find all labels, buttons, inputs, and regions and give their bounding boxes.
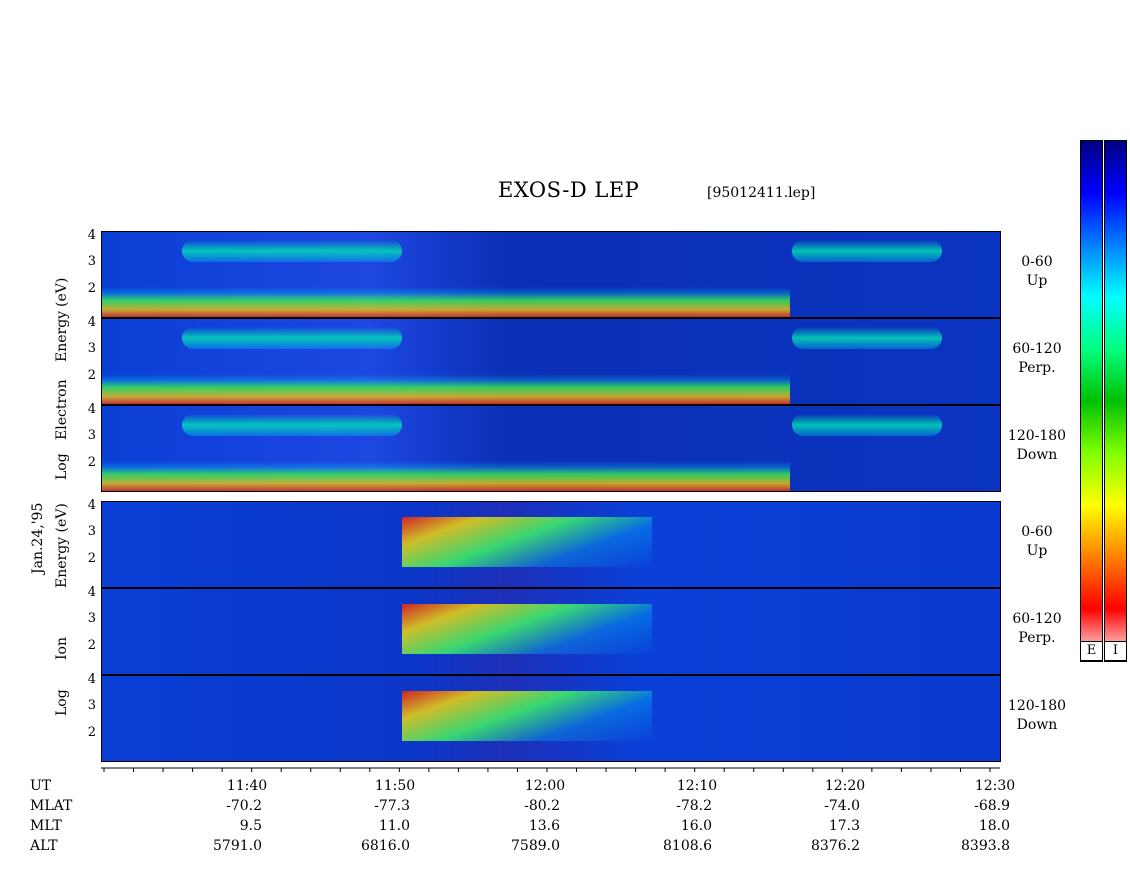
row-name-mlat: MLAT [30, 798, 73, 814]
upper-energy-band [182, 327, 402, 349]
panel-direction: Up [1026, 543, 1048, 559]
footer-ut-value: 12:20 [824, 778, 866, 794]
energy-flux-band [102, 461, 790, 491]
date-label: Jan.24,'95 [30, 502, 46, 574]
y-tick-label: 4 [87, 228, 96, 243]
row-name-ut: UT [30, 778, 52, 794]
energy-flux-band [402, 604, 652, 654]
footer-mlat-value: -80.2 [524, 798, 560, 814]
y-tick-label: 4 [87, 672, 96, 687]
upper-energy-band [182, 240, 402, 262]
y-tick-label: 4 [87, 498, 96, 513]
y-tick-label: 2 [87, 551, 96, 566]
y-tick-label: 2 [87, 638, 96, 653]
time-axis [101, 767, 1000, 772]
y-tick-label: 4 [87, 402, 96, 417]
footer-alt-value: 5791.0 [213, 838, 262, 854]
y-tick-label: 3 [87, 698, 96, 713]
spectrogram-panel [101, 501, 1001, 588]
file-name: [95012411.lep] [707, 185, 816, 201]
upper-energy-band [792, 327, 942, 349]
y-tick-label: 3 [87, 524, 96, 539]
panel-angle-label: 0-60 Up [1002, 253, 1072, 291]
footer-mlat-value: -74.0 [824, 798, 860, 814]
footer-ut-value: 12:30 [974, 778, 1016, 794]
y-tick-label: 4 [87, 585, 96, 600]
footer-mlat-value: -77.3 [374, 798, 410, 814]
footer-mlt-value: 17.3 [828, 818, 860, 834]
footer-mlat-value: -68.9 [974, 798, 1010, 814]
spectrogram-panel [101, 588, 1001, 675]
footer-alt-value: 8393.8 [961, 838, 1010, 854]
electron-axis-label-electron: Electron [54, 379, 70, 440]
panel-direction: Down [1016, 717, 1058, 733]
upper-energy-band [792, 240, 942, 262]
electron-colorbar [1080, 140, 1103, 662]
ion-axis-label-ion: Ion [54, 637, 70, 660]
ion-axis-label-energy: Energy (eV) [54, 503, 70, 588]
row-name-mlt: MLT [30, 818, 62, 834]
upper-energy-band [792, 414, 942, 436]
footer-ut-value: 12:00 [524, 778, 566, 794]
footer-mlat-value: -70.2 [226, 798, 262, 814]
footer-mlt-value: 11.0 [378, 818, 410, 834]
electron-axis-label-log: Log [54, 453, 70, 480]
footer-mlt-value: 16.0 [680, 818, 712, 834]
panel-angle-label: 60-120 Perp. [1002, 610, 1072, 648]
panel-angle-label: 120-180 Down [1002, 697, 1072, 735]
ion-colorbar-label: I [1104, 641, 1127, 661]
panel-angle-range: 120-180 [1007, 698, 1067, 714]
energy-flux-band [102, 374, 790, 404]
ion-axis-label-log: Log [54, 689, 70, 716]
footer-ut-value: 12:10 [676, 778, 718, 794]
y-tick-label: 3 [87, 341, 96, 356]
footer-ut-value: 11:40 [226, 778, 268, 794]
footer-alt-value: 8108.6 [663, 838, 712, 854]
panel-angle-label: 60-120 Perp. [1002, 340, 1072, 378]
panel-angle-range: 60-120 [1012, 611, 1062, 627]
y-tick-label: 3 [87, 611, 96, 626]
panel-direction: Up [1026, 273, 1048, 289]
panel-angle-label: 120-180 Down [1002, 427, 1072, 465]
panel-angle-range: 60-120 [1012, 341, 1062, 357]
panel-direction: Perp. [1018, 360, 1056, 376]
y-tick-label: 2 [87, 455, 96, 470]
panel-direction: Perp. [1018, 630, 1056, 646]
panel-direction: Down [1016, 447, 1058, 463]
ion-colorbar [1104, 140, 1127, 662]
footer-mlt-value: 9.5 [239, 818, 262, 834]
panel-angle-range: 120-180 [1007, 428, 1067, 444]
energy-flux-band [402, 517, 652, 567]
energy-flux-band [402, 691, 652, 741]
chart-title: EXOS-D LEP [498, 178, 640, 202]
y-tick-label: 3 [87, 428, 96, 443]
electron-axis-unit: (eV) [54, 277, 70, 307]
spectrogram-panel [101, 405, 1001, 492]
y-tick-label: 2 [87, 725, 96, 740]
spectrogram-panel [101, 675, 1001, 762]
footer-mlat-value: -78.2 [676, 798, 712, 814]
panel-angle-label: 0-60 Up [1002, 523, 1072, 561]
energy-flux-band [102, 287, 790, 317]
spectrogram-panel [101, 318, 1001, 405]
spectrogram-panel [101, 231, 1001, 318]
footer-alt-value: 6816.0 [361, 838, 410, 854]
electron-axis-label-energy: Energy [54, 310, 70, 362]
footer-ut-value: 11:50 [374, 778, 416, 794]
y-tick-label: 3 [87, 254, 96, 269]
y-tick-label: 4 [87, 315, 96, 330]
panel-angle-range: 0-60 [1021, 524, 1053, 540]
panel-angle-range: 0-60 [1021, 254, 1053, 270]
footer-alt-value: 7589.0 [511, 838, 560, 854]
y-tick-label: 2 [87, 281, 96, 296]
footer-alt-value: 8376.2 [811, 838, 860, 854]
electron-colorbar-label: E [1080, 641, 1103, 661]
footer-mlt-value: 13.6 [528, 818, 560, 834]
upper-energy-band [182, 414, 402, 436]
footer-mlt-value: 18.0 [978, 818, 1010, 834]
row-name-alt: ALT [30, 838, 58, 854]
y-tick-label: 2 [87, 368, 96, 383]
